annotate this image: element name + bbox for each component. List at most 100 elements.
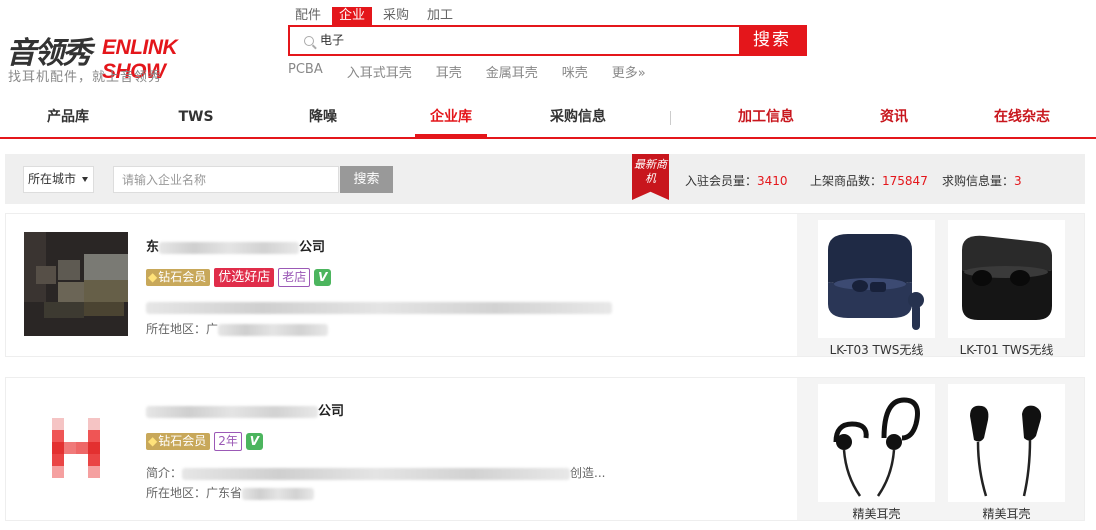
search-type-tabs: 配件 企业 采购 加工: [288, 7, 464, 25]
latest-opportunity-text: 最新商机: [634, 158, 667, 185]
hot-word-ear-shell[interactable]: 耳壳: [436, 62, 462, 81]
main-nav: 产品库 TWS 降噪 企业库 采购信息 加工信息 资讯 在线杂志: [0, 102, 1096, 139]
stat-products-label: 上架商品数：: [810, 174, 883, 188]
hot-word-pcba[interactable]: PCBA: [288, 62, 323, 81]
tws-earbuds-icon: [962, 235, 1052, 320]
main-search-input[interactable]: [320, 27, 720, 54]
hot-word-in-ear-shell[interactable]: 入耳式耳壳: [347, 62, 412, 81]
earhook-earphone-icon: [833, 397, 920, 497]
product-name[interactable]: LK-T01 TWS无线: [948, 341, 1065, 358]
company-name-prefix: 东: [146, 240, 160, 255]
search-tab-processing[interactable]: 加工: [420, 7, 460, 25]
product-item[interactable]: 精美耳壳: [818, 384, 935, 522]
diamond-icon: ◆: [148, 270, 158, 284]
product-item[interactable]: LK-T01 TWS无线: [948, 220, 1065, 358]
main-search-button[interactable]: 搜索: [739, 27, 805, 54]
product-item[interactable]: 精美耳壳: [948, 384, 1065, 522]
nav-tws[interactable]: TWS: [176, 108, 216, 137]
company-name-suffix: 公司: [318, 404, 345, 419]
logo-slogan: 找耳机配件，就上音领秀: [8, 70, 163, 85]
hot-word-mic-shell[interactable]: 咪壳: [562, 62, 588, 81]
redacted-text: [242, 487, 315, 500]
hot-word-metal-shell[interactable]: 金属耳壳: [486, 62, 538, 81]
nav-purchase-info[interactable]: 采购信息: [547, 108, 609, 137]
stat-members-value: 3410: [757, 174, 788, 188]
nav-news[interactable]: 资讯: [879, 108, 909, 137]
city-select-label: 所在城市: [28, 172, 77, 186]
product-name[interactable]: 精美耳壳: [948, 505, 1065, 522]
redacted-text: [182, 467, 571, 480]
hot-search-words: PCBA 入耳式耳壳 耳壳 金属耳壳 咪壳 更多»: [288, 62, 670, 81]
nav-processing-info[interactable]: 加工信息: [737, 108, 795, 137]
site-logo[interactable]: 音领秀 ENLINK SHOW 找耳机配件，就上音领秀: [6, 26, 221, 88]
product-image: [818, 384, 935, 502]
latest-opportunity-badge[interactable]: 最新商机: [632, 154, 669, 200]
in-ear-earphone-icon: [970, 405, 1042, 497]
intro-tail: 创造...: [570, 466, 606, 480]
diamond-icon: ◆: [148, 434, 158, 448]
redacted-text: [159, 241, 300, 254]
company-badges: ◆钻石会员 2年 V: [146, 432, 263, 451]
diamond-member-text: 钻石会员: [158, 270, 207, 284]
company-region: 所在地区：广: [146, 320, 329, 337]
product-image: [818, 220, 935, 338]
stat-requests: 求购信息量：3: [942, 172, 1022, 189]
company-logo-image: [24, 396, 128, 500]
stat-members: 入驻会员量：3410: [685, 172, 788, 189]
company-region: 所在地区：广东省: [146, 484, 315, 501]
company-logo[interactable]: [24, 396, 128, 500]
main-search-box: 搜索: [288, 25, 807, 56]
company-name-input[interactable]: [113, 166, 339, 193]
product-name[interactable]: LK-T03 TWS无线: [818, 341, 935, 358]
diamond-member-badge: ◆钻石会员: [146, 269, 211, 286]
company-products: 精美耳壳 精美耳壳: [797, 378, 1084, 522]
nav-product-library[interactable]: 产品库: [44, 108, 92, 137]
stat-members-label: 入驻会员量：: [685, 174, 758, 188]
company-name[interactable]: 公司: [146, 400, 344, 419]
diamond-member-text: 钻石会员: [158, 434, 207, 448]
company-search-button[interactable]: 搜索: [340, 166, 393, 193]
company-intro: [146, 300, 612, 314]
stat-products-value: 175847: [882, 174, 928, 188]
shop-age-badge: 老店: [278, 268, 311, 287]
stat-requests-value: 3: [1014, 174, 1022, 188]
product-name[interactable]: 精美耳壳: [818, 505, 935, 522]
product-image: [948, 220, 1065, 338]
redacted-text: [146, 405, 318, 418]
dropdown-arrow-icon: [82, 177, 88, 182]
company-logo[interactable]: [24, 232, 128, 336]
redacted-text: [146, 301, 612, 314]
stat-products: 上架商品数：175847: [810, 172, 928, 189]
company-name[interactable]: 东 公司: [146, 236, 325, 255]
company-logo-image: [24, 232, 128, 336]
verified-icon: V: [314, 269, 332, 286]
company-card[interactable]: 东公司 ◆钻石会员 优选好店 老店 V 所在地区：广 LK-T03 TWS无线 …: [5, 213, 1085, 357]
company-name-suffix: 公司: [299, 240, 326, 255]
preferred-shop-badge: 优选好店: [214, 268, 275, 287]
company-intro: 简介： 创造...: [146, 464, 605, 481]
redacted-text: [218, 323, 329, 336]
nav-divider: [670, 111, 671, 125]
nav-online-magazine[interactable]: 在线杂志: [993, 108, 1051, 137]
diamond-member-badge: ◆钻石会员: [146, 433, 211, 450]
product-image: [948, 384, 1065, 502]
membership-years-badge: 2年: [214, 432, 242, 451]
search-tab-company[interactable]: 企业: [332, 7, 373, 25]
region-label: 所在地区：广: [146, 322, 219, 336]
product-item[interactable]: LK-T03 TWS无线: [818, 220, 935, 358]
search-icon: [304, 36, 314, 46]
stat-requests-label: 求购信息量：: [942, 174, 1015, 188]
region-label: 所在地区：广东省: [146, 486, 243, 500]
company-products: LK-T03 TWS无线 LK-T01 TWS无线: [797, 214, 1084, 358]
company-card[interactable]: 公司 ◆钻石会员 2年 V 简介： 创造... 所在地区：广东省 精美耳壳 精美…: [5, 377, 1085, 521]
intro-label: 简介：: [146, 466, 183, 480]
hot-word-more[interactable]: 更多»: [612, 62, 646, 81]
nav-company-library[interactable]: 企业库: [415, 108, 487, 137]
nav-noise-cancel[interactable]: 降噪: [307, 108, 339, 137]
search-tab-parts[interactable]: 配件: [288, 7, 328, 25]
search-tab-purchase[interactable]: 采购: [376, 7, 416, 25]
verified-icon: V: [245, 433, 263, 450]
company-badges: ◆钻石会员 优选好店 老店 V: [146, 268, 332, 287]
city-select[interactable]: 所在城市: [23, 166, 94, 193]
tws-earbuds-icon: [828, 234, 924, 330]
